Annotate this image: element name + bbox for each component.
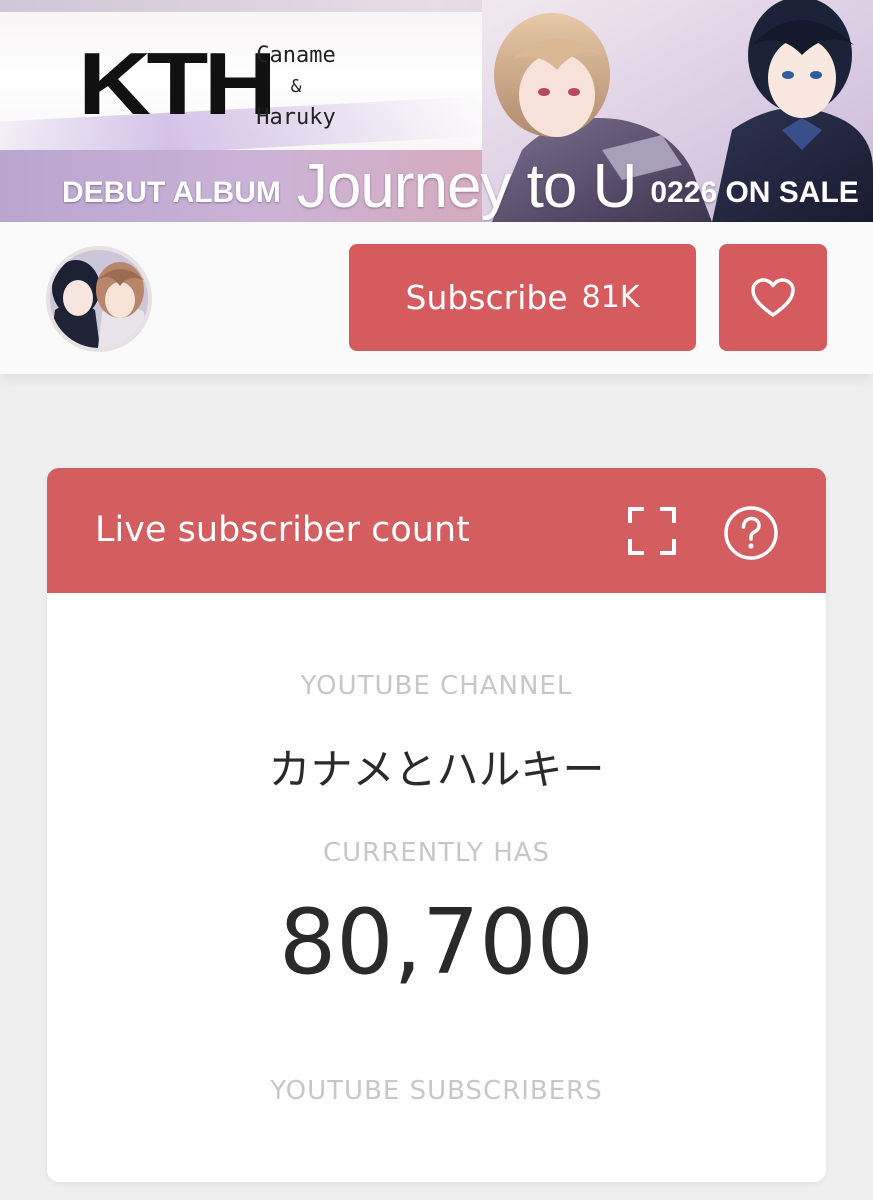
subscriber-count-card: Live subscriber count YOUTUBE CHANNEL カナ… bbox=[47, 468, 826, 1182]
favorite-button[interactable] bbox=[719, 244, 827, 351]
help-button[interactable] bbox=[723, 505, 779, 561]
album-announcement: DEBUT ALBUM Journey to U 0226 ON SALE bbox=[62, 152, 862, 221]
channel-name: カナメとハルキー bbox=[268, 745, 605, 794]
channel-header: Subscribe 81K bbox=[0, 222, 873, 374]
logo-line: & bbox=[290, 76, 302, 97]
album-title: Journey to U bbox=[296, 151, 638, 221]
album-label: DEBUT ALBUM bbox=[62, 176, 281, 209]
subscriber-count: 80,700 bbox=[279, 890, 594, 995]
avatar-image bbox=[50, 250, 148, 348]
card-body: YOUTUBE CHANNEL カナメとハルキー CURRENTLY HAS 8… bbox=[47, 593, 826, 1182]
card-title: Live subscriber count bbox=[95, 510, 470, 550]
fullscreen-button[interactable] bbox=[627, 506, 677, 556]
help-icon bbox=[724, 506, 778, 560]
subscribe-label: Subscribe bbox=[405, 278, 568, 317]
subscribers-label: YOUTUBE SUBSCRIBERS bbox=[270, 1076, 603, 1106]
group-logo-names: Caname & Haruky bbox=[236, 40, 356, 133]
avatar[interactable] bbox=[46, 246, 152, 352]
fullscreen-icon bbox=[628, 507, 676, 555]
channel-banner: KTH Caname & Haruky DEBUT ALBUM Journey … bbox=[0, 0, 873, 222]
album-release-date: 0226 ON SALE bbox=[650, 176, 859, 209]
card-header: Live subscriber count bbox=[47, 468, 826, 593]
heart-icon bbox=[751, 277, 795, 317]
group-logo: KTH bbox=[78, 40, 277, 128]
currently-has-label: CURRENTLY HAS bbox=[322, 838, 551, 868]
logo-line: Haruky bbox=[256, 105, 336, 130]
channel-label: YOUTUBE CHANNEL bbox=[300, 671, 573, 701]
subscribe-count: 81K bbox=[581, 280, 640, 315]
logo-line: Caname bbox=[256, 43, 336, 68]
subscribe-button[interactable]: Subscribe 81K bbox=[349, 244, 696, 351]
